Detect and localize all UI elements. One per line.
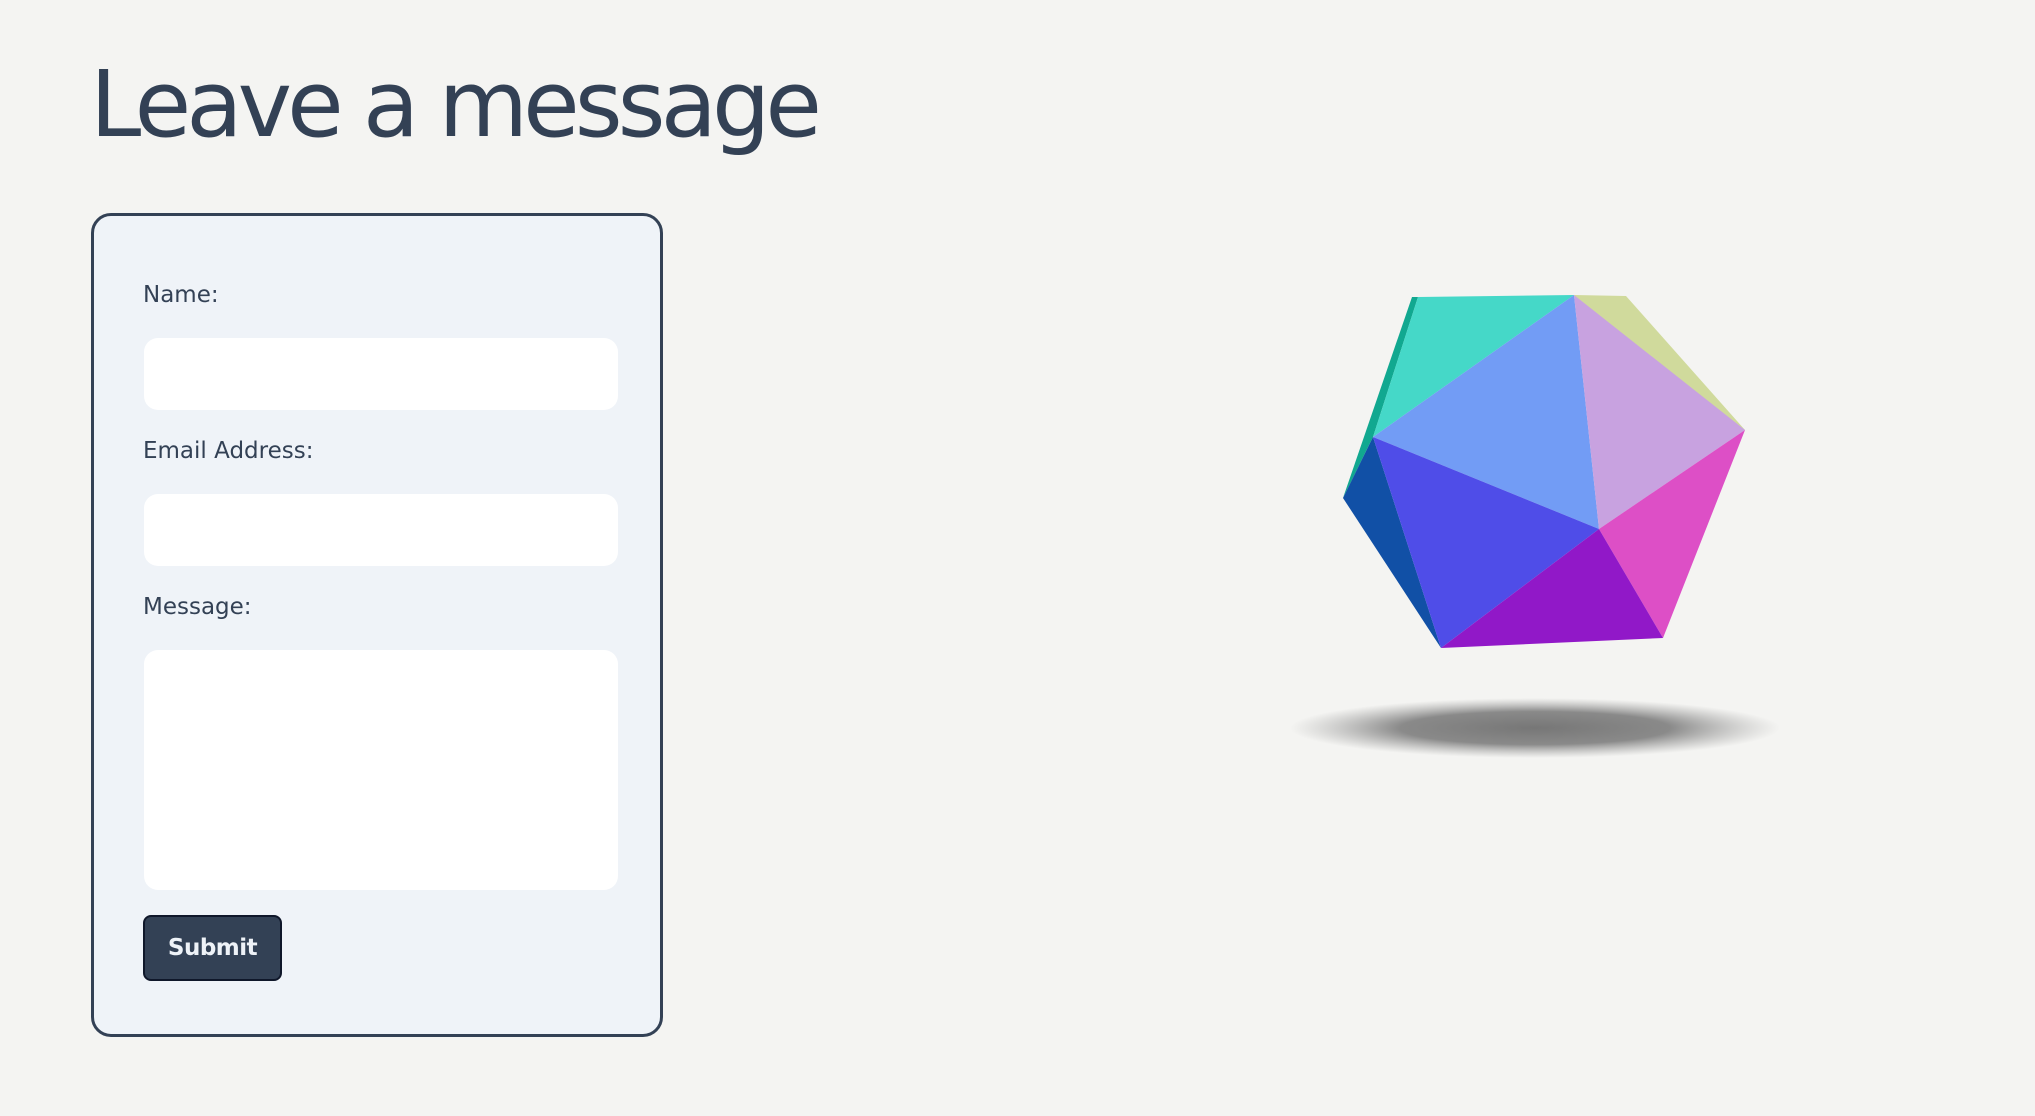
icosahedron-faces (1343, 295, 1745, 648)
message-label: Message: (143, 594, 252, 620)
page-title: Leave a message (90, 51, 822, 158)
email-input[interactable] (144, 494, 618, 566)
name-label: Name: (143, 282, 219, 308)
submit-button[interactable]: Submit (143, 915, 282, 981)
icosahedron-icon (1290, 295, 1780, 758)
email-label: Email Address: (143, 438, 314, 464)
name-input[interactable] (144, 338, 618, 410)
floor-shadow (1290, 698, 1780, 758)
icosahedron-graphic (1290, 285, 1800, 765)
contact-form: Name: Email Address: Message: Submit (91, 213, 663, 1037)
message-textarea[interactable] (144, 650, 618, 890)
